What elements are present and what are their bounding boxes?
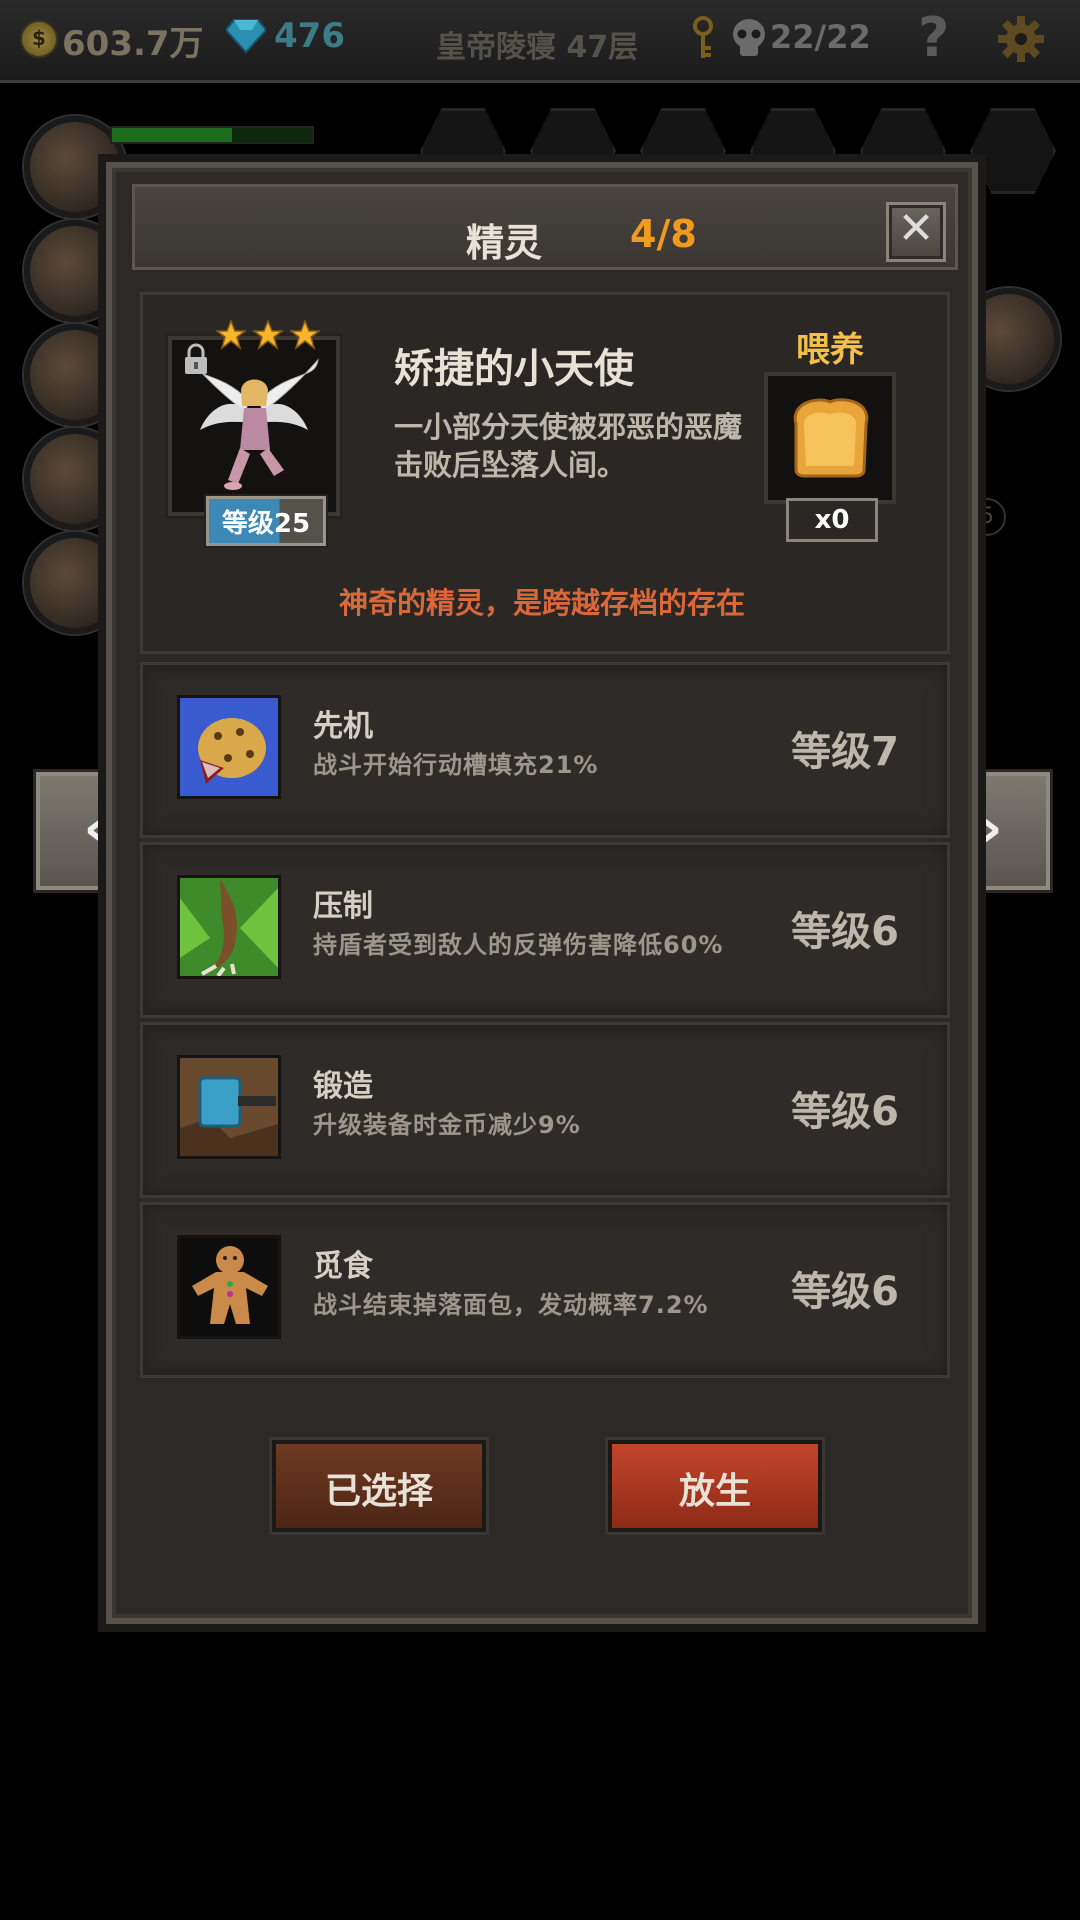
gold-coin-icon xyxy=(20,20,58,58)
star-icon xyxy=(253,320,284,350)
skill-name: 锻造 xyxy=(313,1069,373,1104)
gem-amount: 476 xyxy=(274,16,345,56)
key-icon xyxy=(693,16,713,58)
feed-label: 喂养 xyxy=(796,330,864,370)
gingerbread-icon xyxy=(177,1235,281,1339)
skill-name: 觅食 xyxy=(313,1249,373,1284)
selected-button-label: 已选择 xyxy=(324,1471,433,1512)
close-icon: ✕ xyxy=(897,203,935,254)
skill-level: 等级6 xyxy=(791,1269,899,1315)
sprite-dialog: 精灵 4/8 ✕ 等级25 矫捷的小天使 一小部分天使被邪恶的恶魔击败后坠落人间… xyxy=(106,162,978,1624)
skill-description: 战斗开始行动槽填充21% xyxy=(313,751,599,779)
dialog-title: 精灵 xyxy=(466,221,543,265)
sprite-description: 一小部分天使被邪恶的恶魔击败后坠落人间。 xyxy=(394,410,743,482)
skill-name: 先机 xyxy=(313,709,373,744)
skill-level: 等级7 xyxy=(791,729,899,775)
skill-level: 等级6 xyxy=(791,909,899,955)
star-icon xyxy=(216,320,246,350)
hp-bar xyxy=(110,126,314,144)
hammer-icon xyxy=(177,1055,281,1159)
diamond-icon xyxy=(226,19,266,54)
skill-row[interactable]: 锻造 升级装备时金币减少9% 等级6 xyxy=(140,1022,950,1198)
skill-description: 升级装备时金币减少9% xyxy=(313,1111,581,1139)
skill-row[interactable]: 先机 战斗开始行动槽填充21% 等级7 xyxy=(140,662,950,838)
selected-button[interactable]: 已选择 xyxy=(272,1440,486,1532)
skull-icon xyxy=(733,19,765,56)
food-count-badge: x0 xyxy=(786,498,878,542)
skill-row[interactable]: 觅食 战斗结束掉落面包，发动概率7.2% 等级6 xyxy=(140,1202,950,1378)
close-button[interactable]: ✕ xyxy=(886,202,946,262)
release-button-label: 放生 xyxy=(678,1471,751,1512)
help-button[interactable]: ? xyxy=(918,6,949,69)
gear-icon[interactable] xyxy=(996,14,1046,64)
skill-row[interactable]: 压制 持盾者受到敌人的反弹伤害降低60% 等级6 xyxy=(140,842,950,1018)
location-label: 皇帝陵寝 47层 xyxy=(436,30,639,65)
tagline: 神奇的精灵，是跨越存档的存在 xyxy=(338,586,745,620)
skill-description: 战斗结束掉落面包，发动概率7.2% xyxy=(313,1291,709,1319)
star-icon xyxy=(290,320,321,350)
sprite-level-badge: 等级25 xyxy=(206,496,326,546)
gold-amount: 603.7万 xyxy=(62,24,204,64)
skill-description: 持盾者受到敌人的反弹伤害降低60% xyxy=(313,931,724,959)
slot-frame xyxy=(970,108,1056,194)
bread-icon xyxy=(793,398,869,478)
skull-counter: 22/22 xyxy=(770,18,871,56)
sprite-count: 4/8 xyxy=(630,212,697,256)
top-status-bar: 603.7万 476 皇帝陵寝 47层 22/22 ? xyxy=(0,0,1080,83)
feed-button[interactable] xyxy=(764,372,896,504)
lock-icon[interactable] xyxy=(182,342,210,376)
release-button[interactable]: 放生 xyxy=(608,1440,822,1532)
skill-name: 压制 xyxy=(313,889,373,924)
star-rating xyxy=(216,320,322,354)
sprite-level: 等级25 xyxy=(221,509,311,539)
dialog-header xyxy=(132,184,958,270)
sprite-name: 矫捷的小天使 xyxy=(394,346,634,392)
leopard-icon xyxy=(177,695,281,799)
claw-icon xyxy=(177,875,281,979)
skill-level: 等级6 xyxy=(791,1089,899,1135)
food-count: x0 xyxy=(814,505,850,535)
